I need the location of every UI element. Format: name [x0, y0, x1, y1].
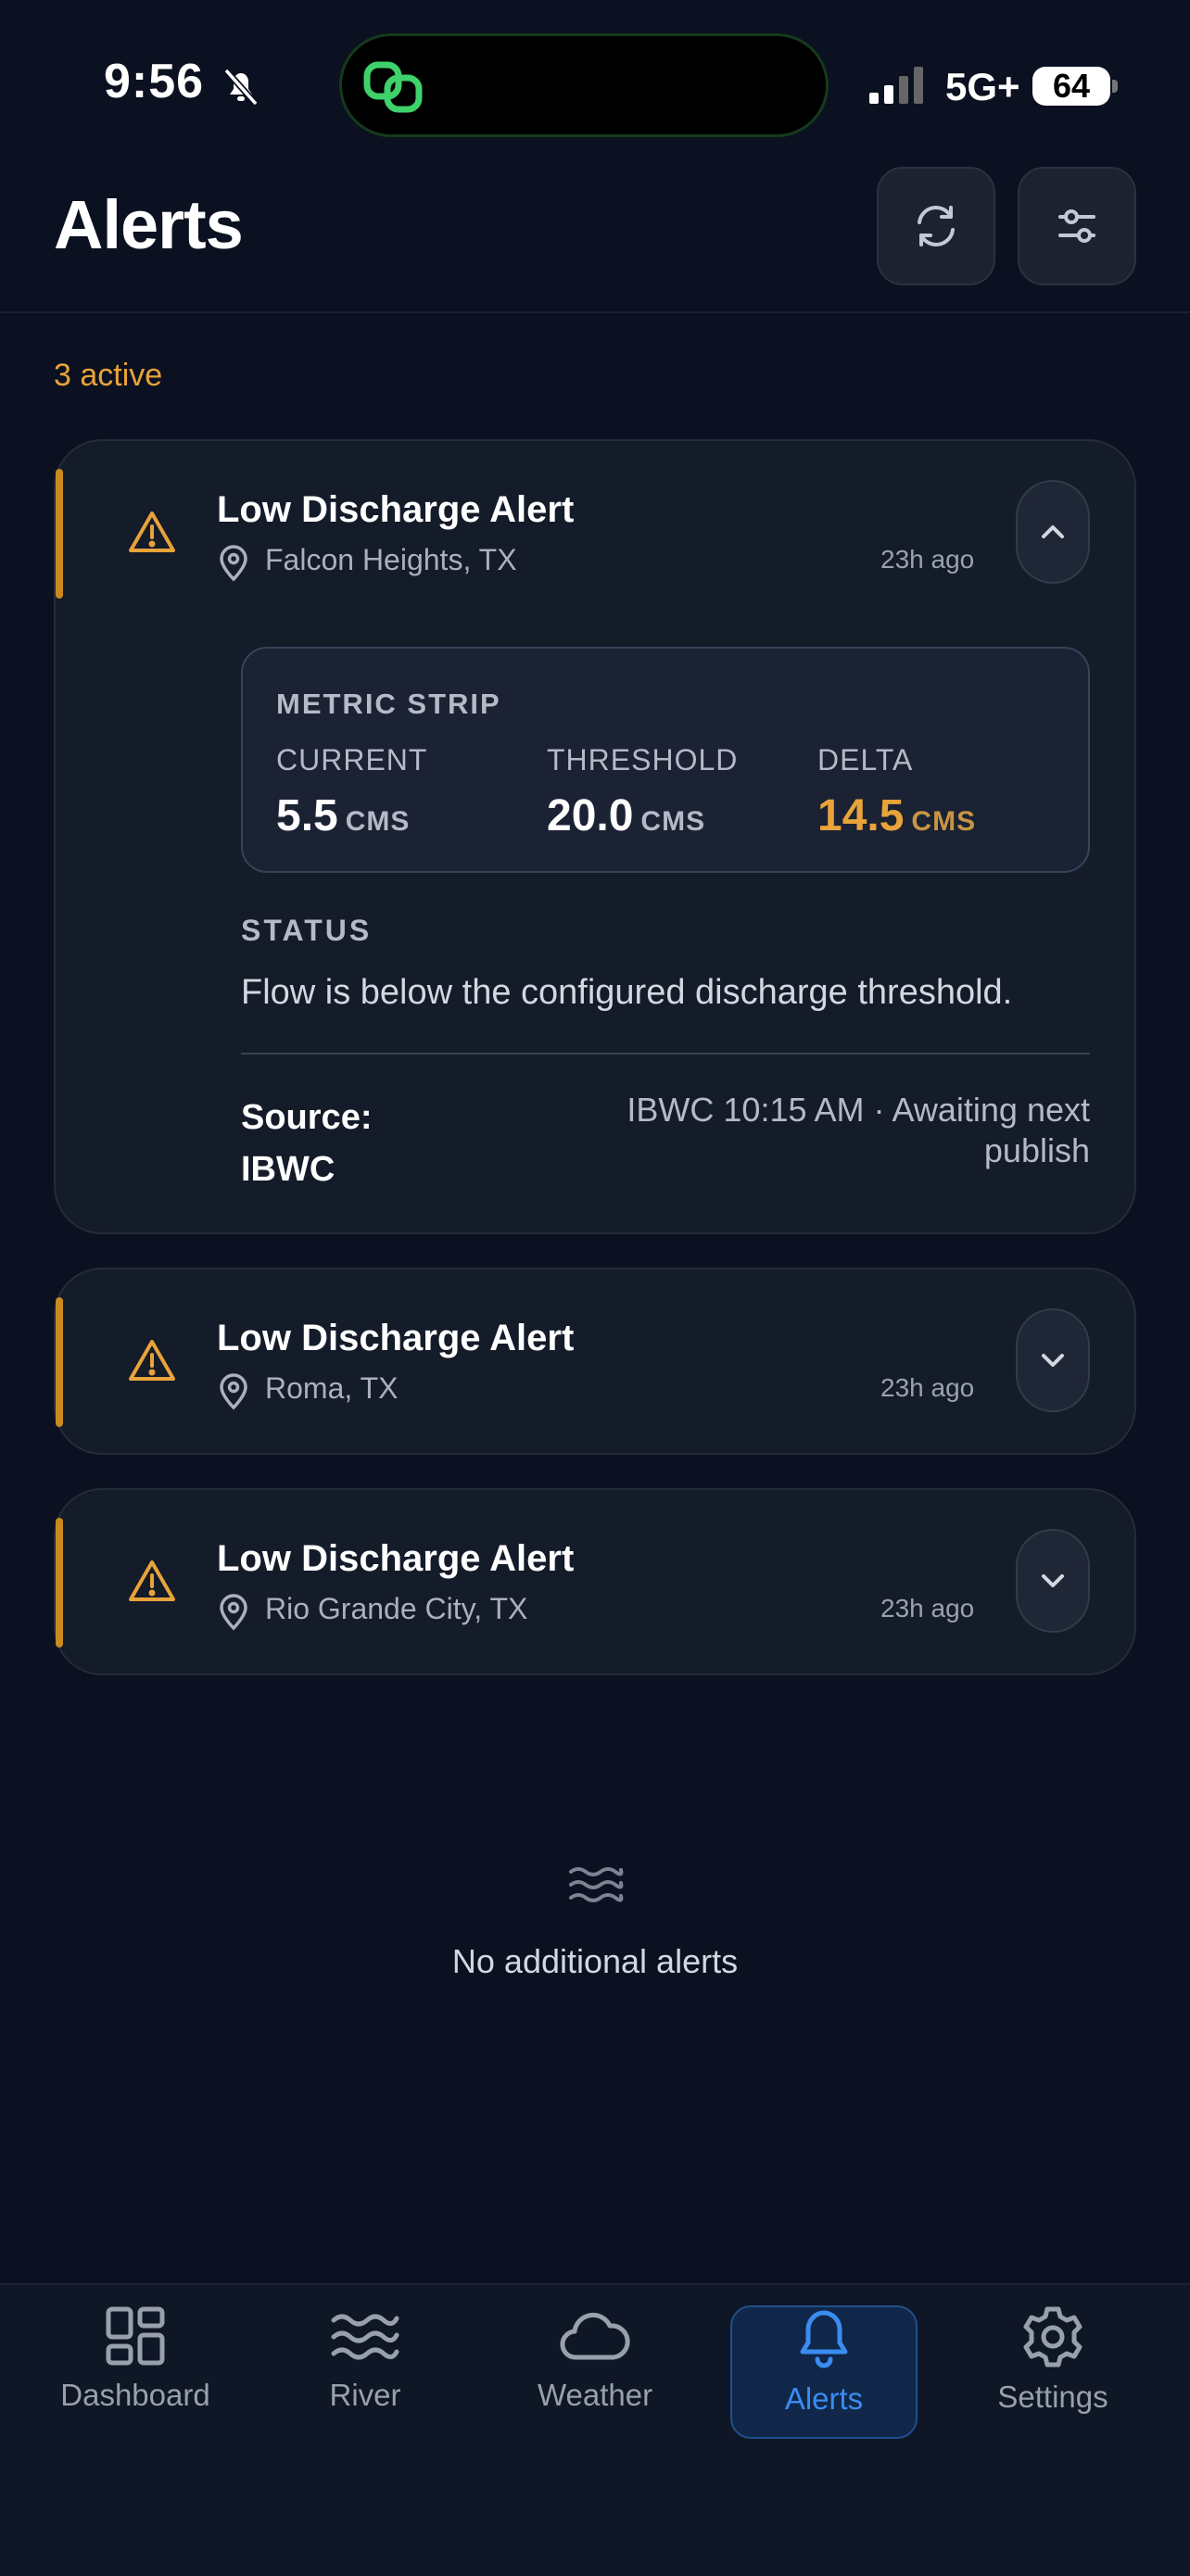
bell-muted-icon [222, 67, 260, 107]
chevron-up-icon [1042, 525, 1064, 538]
location-pin-icon [217, 1373, 250, 1410]
metric-threshold-label: THRESHOLD [547, 743, 739, 777]
chevron-down-icon [1042, 1354, 1064, 1367]
alert-title: Low Discharge Alert [217, 489, 575, 530]
alert-accent-bar [56, 1518, 63, 1648]
warning-icon [128, 1338, 176, 1383]
metric-delta-label: DELTA [817, 743, 914, 777]
sliders-icon [1058, 209, 1095, 243]
alert-accent-bar [56, 1297, 63, 1427]
metric-threshold-unit: CMS [640, 806, 706, 837]
source-value: IBWC [241, 1150, 335, 1189]
battery-indicator: 64 [1032, 67, 1110, 106]
status-label: STATUS [241, 914, 373, 947]
nav-label-settings: Settings [997, 2380, 1108, 2414]
bell-icon [800, 2310, 848, 2368]
cloud-icon [560, 2312, 630, 2360]
battery-cap [1112, 80, 1118, 93]
metric-current-unit: CMS [345, 806, 411, 837]
filter-button[interactable] [1018, 167, 1136, 285]
card-divider [241, 1053, 1090, 1054]
source-detail: IBWC 10:15 AM · Awaiting next publish [627, 1091, 1090, 1169]
metric-threshold: THRESHOLD 20.0 CMS [547, 743, 738, 841]
link-icon [361, 57, 428, 117]
metric-delta-value: 14.5 [817, 791, 905, 840]
source-label-text: Source: [241, 1098, 373, 1137]
header-divider [0, 311, 1190, 313]
refresh-icon [918, 206, 955, 246]
source-label: Source: IBWC [241, 1092, 372, 1195]
nav-label-dashboard: Dashboard [60, 2378, 210, 2412]
chevron-down-icon [1042, 1574, 1064, 1587]
refresh-button[interactable] [877, 167, 995, 285]
active-count: 3 active [54, 358, 163, 393]
location-pin-icon [217, 545, 250, 582]
metric-delta: DELTA 14.5 CMS [817, 743, 976, 841]
alert-location: Rio Grande City, TX [265, 1592, 528, 1625]
metric-current-value: 5.5 [276, 791, 338, 840]
signal-icon [869, 67, 929, 106]
nav-label-weather: Weather [537, 2378, 653, 2412]
warning-icon [128, 510, 176, 554]
warning-icon [128, 1559, 176, 1603]
waves-icon [331, 2314, 399, 2360]
nav-item-settings[interactable]: Settings [960, 2304, 1146, 2443]
expand-button[interactable] [1016, 1529, 1090, 1633]
nav-item-weather[interactable]: Weather [502, 2304, 688, 2443]
alert-location: Roma, TX [265, 1371, 399, 1405]
metric-current-label: CURRENT [276, 743, 428, 777]
network-type: 5G+ [945, 65, 1020, 108]
metric-delta-unit: CMS [911, 806, 977, 837]
status-time: 9:56 [104, 55, 205, 108]
waves-icon [565, 1863, 625, 1907]
page-title: Alerts [54, 186, 244, 263]
alert-card[interactable] [54, 1488, 1136, 1675]
status-text: Flow is below the configured discharge t… [241, 973, 1013, 1012]
alert-card[interactable] [54, 1268, 1136, 1455]
metric-threshold-value: 20.0 [547, 791, 634, 840]
alert-timestamp: 23h ago [880, 1373, 975, 1402]
expand-button[interactable] [1016, 1308, 1090, 1412]
gear-icon [1023, 2306, 1082, 2368]
nav-item-alerts[interactable]: Alerts [731, 2304, 917, 2443]
nav-label-river: River [329, 2378, 401, 2412]
nav-label-alerts: Alerts [784, 2381, 864, 2416]
dashboard-icon [106, 2306, 165, 2366]
alert-title: Low Discharge Alert [217, 1538, 575, 1579]
metric-strip-heading: METRIC STRIP [276, 688, 501, 720]
alert-timestamp: 23h ago [880, 545, 975, 574]
empty-state-text: No additional alerts [451, 1942, 739, 1980]
alert-location: Falcon Heights, TX [265, 543, 517, 576]
location-pin-icon [217, 1594, 250, 1631]
alert-title: Low Discharge Alert [217, 1318, 575, 1358]
collapse-button[interactable] [1016, 480, 1090, 584]
alert-timestamp: 23h ago [880, 1594, 975, 1623]
metric-current: CURRENT 5.5 CMS [276, 743, 427, 841]
alert-accent-bar [56, 469, 63, 599]
nav-item-river[interactable]: River [272, 2304, 458, 2443]
nav-item-dashboard[interactable]: Dashboard [43, 2304, 228, 2443]
